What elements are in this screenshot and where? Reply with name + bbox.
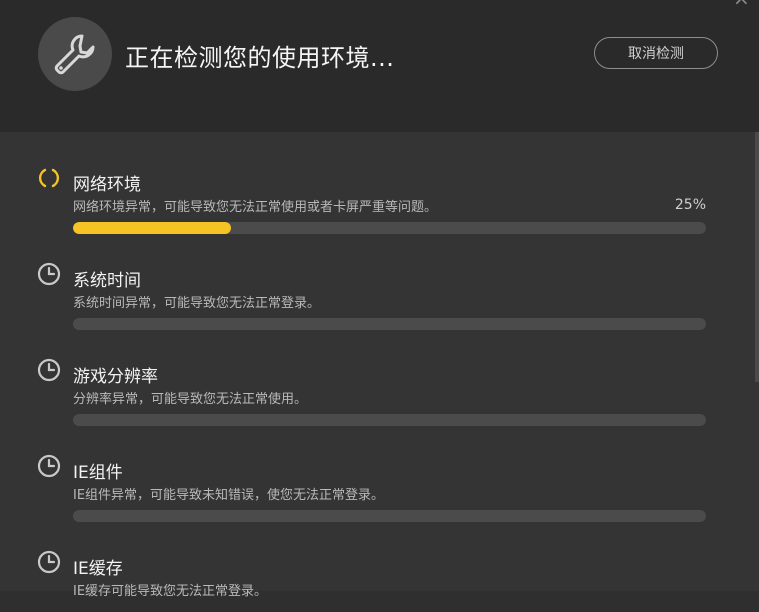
clock-icon: [37, 550, 61, 574]
wrench-icon: [38, 17, 112, 91]
check-item-resolution: 游戏分辨率 分辨率异常，可能导致您无法正常使用。: [0, 324, 759, 426]
header-bar: × 正在检测您的使用环境... 取消检测: [0, 0, 759, 132]
check-item-desc: IE缓存可能导致您无法正常登录。: [73, 584, 268, 599]
check-item-name: 网络环境: [73, 175, 141, 195]
check-item-network: 网络环境 网络环境异常，可能导致您无法正常使用或者卡屏严重等问题。 25%: [0, 132, 759, 234]
cancel-check-button[interactable]: 取消检测: [594, 37, 718, 69]
check-item-name: 游戏分辨率: [73, 367, 158, 387]
check-item-desc: 分辨率异常，可能导致您无法正常使用。: [73, 392, 308, 407]
clock-icon: [37, 358, 61, 382]
check-item-system-time: 系统时间 系统时间异常，可能导致您无法正常登录。: [0, 228, 759, 330]
check-item-name: IE缓存: [73, 559, 123, 579]
check-item-name: 系统时间: [73, 271, 141, 291]
clock-icon: [37, 454, 61, 478]
check-list: 网络环境 网络环境异常，可能导致您无法正常使用或者卡屏严重等问题。 25% 系统…: [0, 132, 759, 599]
check-item-desc: IE组件异常，可能导致未知错误，使您无法正常登录。: [73, 488, 385, 503]
progress-percent: 25%: [674, 197, 706, 213]
loading-spinner-icon: [37, 166, 61, 190]
check-item-ie-cache: IE缓存 IE缓存可能导致您无法正常登录。: [0, 516, 759, 612]
clock-icon: [37, 262, 61, 286]
check-item-name: IE组件: [73, 463, 123, 483]
check-item-ie-component: IE组件 IE组件异常，可能导致未知错误，使您无法正常登录。: [0, 420, 759, 522]
close-icon[interactable]: ×: [733, 0, 750, 8]
check-item-desc: 系统时间异常，可能导致您无法正常登录。: [73, 296, 321, 311]
page-title: 正在检测您的使用环境...: [125, 44, 395, 72]
check-item-desc: 网络环境异常，可能导致您无法正常使用或者卡屏严重等问题。: [73, 200, 438, 215]
scrollbar[interactable]: [755, 132, 759, 382]
